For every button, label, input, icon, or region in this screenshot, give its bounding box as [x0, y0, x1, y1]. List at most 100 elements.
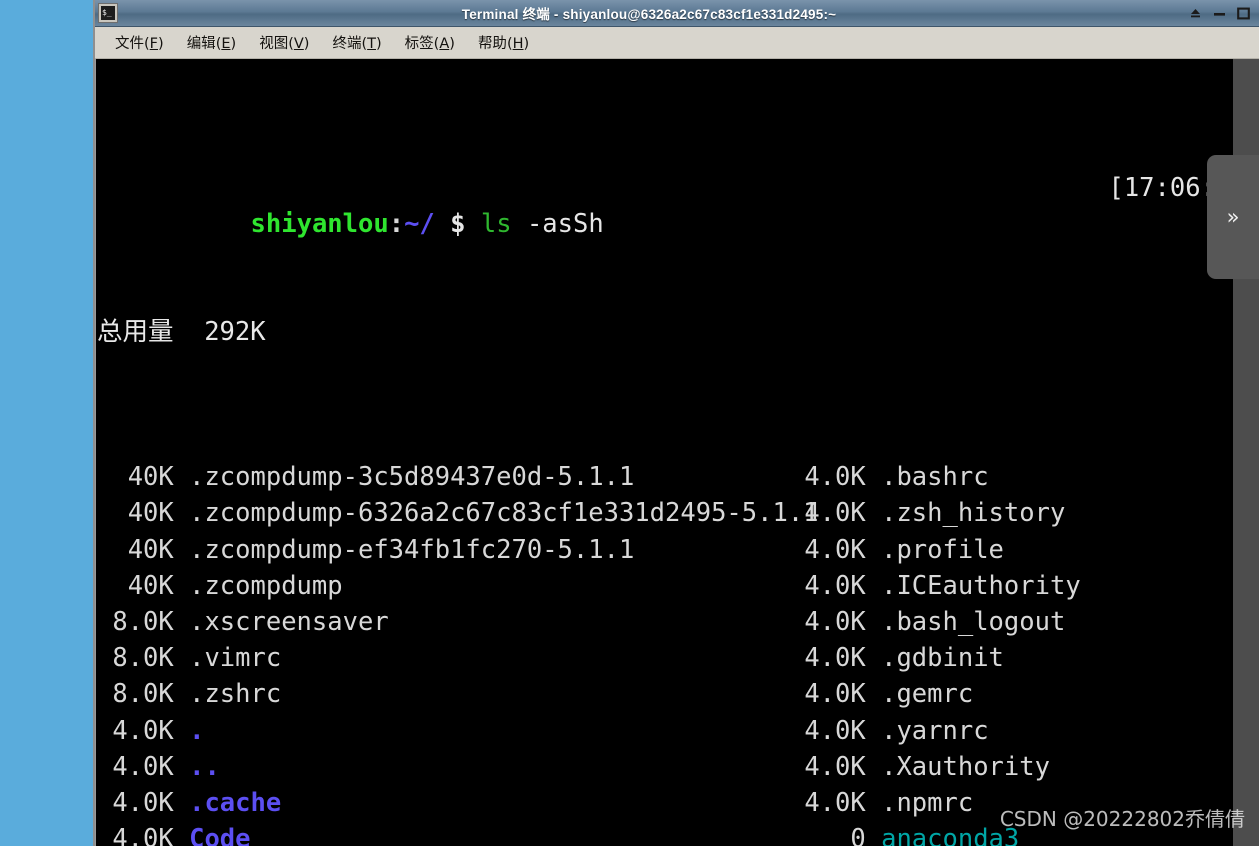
entry-name: .zsh_history — [881, 498, 1066, 529]
chevron-double-right-icon: » — [1226, 205, 1240, 229]
entry-size: 4.0K — [804, 570, 866, 601]
listing-row: 4.0K.. 4.0K .Xauthority — [97, 749, 1259, 785]
terminal-app-icon: $_ — [98, 3, 118, 23]
listing-row: 40K .zcompdump 4.0K .ICEauthority — [97, 568, 1259, 604]
entry-name: .vimrc — [189, 643, 282, 674]
entry-name: .zcompdump-6326a2c67c83cf1e331d2495-5.1.… — [189, 498, 819, 529]
minimize-button[interactable] — [1212, 6, 1227, 21]
entry-size: 4.0K — [804, 787, 866, 818]
command-name: ls — [480, 208, 512, 239]
entry-size: 40K — [127, 570, 174, 601]
entry-size: 8.0K — [112, 643, 174, 674]
listing-entry: 40K .zcompdump-ef34fb1fc270-5.1.1 — [97, 532, 787, 568]
listing-row: 40K .zcompdump-6326a2c67c83cf1e331d2495-5… — [97, 495, 1259, 531]
entry-name: .zcompdump — [189, 570, 343, 601]
listing-entry: 40K .zcompdump-6326a2c67c83cf1e331d2495-5… — [97, 495, 819, 531]
entry-size: 4.0K — [804, 498, 866, 529]
entry-name: .gdbinit — [881, 643, 1004, 674]
desktop-background: $_ Terminal 终端 - shiyanlou@6326a2c67c83c… — [0, 0, 1259, 846]
menu-edit[interactable]: 编辑(E) — [177, 29, 247, 57]
entry-name: .zshrc — [189, 679, 282, 710]
entry-size: 4.0K — [804, 679, 866, 710]
prompt-path: ~/ — [404, 208, 435, 239]
terminal-window: $_ Terminal 终端 - shiyanlou@6326a2c67c83c… — [93, 0, 1259, 846]
terminal-output: shiyanlou:~/ $ ls -asSh [17:06:49] 总用量 2… — [96, 59, 1259, 846]
entry-name: .gemrc — [881, 679, 974, 710]
entry-name: .Xauthority — [881, 751, 1050, 782]
entry-name: .zcompdump-ef34fb1fc270-5.1.1 — [189, 534, 635, 565]
entry-name: anaconda3 — [881, 824, 1020, 846]
listing-entry: 4.0K.. — [97, 749, 787, 785]
prompt-line: shiyanlou:~/ $ ls -asSh [17:06:49] — [97, 170, 1259, 239]
expand-panel-handle[interactable]: » — [1207, 155, 1259, 279]
listing-entry: 4.0K .zsh_history — [789, 495, 1259, 531]
listing-entry: 40K .zcompdump — [97, 568, 787, 604]
window-titlebar[interactable]: $_ Terminal 终端 - shiyanlou@6326a2c67c83c… — [95, 0, 1259, 27]
entry-name: .bashrc — [881, 462, 989, 493]
entry-size: 40K — [127, 498, 174, 529]
listing-entry: 4.0K .gdbinit — [789, 640, 1259, 676]
listing-entry: 4.0K .cache — [97, 785, 787, 821]
listing-entry: 4.0K .profile — [789, 532, 1259, 568]
entry-size: 4.0K — [804, 643, 866, 674]
terminal-app-icon-glyph: $_ — [101, 6, 115, 20]
window-controls — [1186, 6, 1259, 21]
menu-view[interactable]: 视图(V) — [249, 29, 319, 57]
prompt-hostname: shiyanlou — [250, 208, 389, 239]
listing-entry: 8.0K .zshrc — [97, 676, 787, 712]
entry-name: .profile — [881, 534, 1004, 565]
menu-tabs[interactable]: 标签(A) — [395, 29, 465, 57]
listing-entry: 4.0K .gemrc — [789, 676, 1259, 712]
entry-name: .. — [189, 751, 220, 782]
listing-entry: 4.0K .ICEauthority — [789, 568, 1259, 604]
total-size-line: 总用量 292K — [97, 317, 266, 348]
listing-entry: 4.0K .yarnrc — [789, 713, 1259, 749]
window-title: Terminal 终端 - shiyanlou@6326a2c67c83cf1e… — [461, 7, 837, 22]
listing-entry: 4.0K .npmrc — [789, 785, 1259, 821]
entry-name: .xscreensaver — [189, 606, 389, 637]
listing-entry: 4.0K. — [97, 713, 787, 749]
entry-name: . — [189, 715, 205, 746]
entry-name: Code — [189, 824, 251, 846]
unmaximize-button[interactable] — [1188, 6, 1203, 21]
entry-size: 4.0K — [112, 787, 174, 818]
entry-size: 4.0K — [804, 751, 866, 782]
listing-row: 4.0K .cache 4.0K .npmrc — [97, 785, 1259, 821]
entry-name: .bash_logout — [881, 606, 1066, 637]
entry-name: .ICEauthority — [881, 570, 1081, 601]
entry-name: .npmrc — [881, 787, 974, 818]
listing-entry: 0 anaconda3 — [789, 821, 1259, 846]
listing-entry: 8.0K .vimrc — [97, 640, 787, 676]
entry-size: 8.0K — [112, 606, 174, 637]
listing-entry: 4.0K .bash_logout — [789, 604, 1259, 640]
entry-size: 4.0K — [804, 534, 866, 565]
menu-file[interactable]: 文件(F) — [105, 29, 174, 57]
menubar: 文件(F) 编辑(E) 视图(V) 终端(T) 标签(A) 帮助(H) — [95, 27, 1259, 59]
menu-terminal[interactable]: 终端(T) — [322, 29, 391, 57]
entry-size: 40K — [127, 534, 174, 565]
listing-row: 4.0K. 4.0K .yarnrc — [97, 713, 1259, 749]
listing-row: 40K .zcompdump-3c5d89437e0d-5.1.1 4.0K .bas… — [97, 459, 1259, 495]
entry-name: .yarnrc — [881, 715, 989, 746]
entry-size: 0 — [850, 824, 866, 846]
entry-size: 4.0K — [804, 715, 866, 746]
listing-row: 8.0K .zshrc 4.0K .gemrc — [97, 676, 1259, 712]
entry-name: .cache — [189, 787, 282, 818]
entry-size: 4.0K — [112, 824, 174, 846]
menu-help[interactable]: 帮助(H) — [468, 29, 539, 57]
listing-row: 4.0K Code 0 anaconda3 — [97, 821, 1259, 846]
command-args: -asSh — [526, 208, 604, 239]
entry-size: 4.0K — [112, 751, 174, 782]
listing-entry: 4.0K .Xauthority — [789, 749, 1259, 785]
entry-size: 4.0K — [112, 715, 174, 746]
listing-entry: 4.0K .bashrc — [789, 459, 1259, 495]
prompt-dollar: $ — [450, 208, 466, 239]
file-listing: 40K .zcompdump-3c5d89437e0d-5.1.1 4.0K .bas… — [97, 459, 1259, 846]
terminal-screen[interactable]: shiyanlou:~/ $ ls -asSh [17:06:49] 总用量 2… — [95, 59, 1259, 846]
listing-entry: 40K .zcompdump-3c5d89437e0d-5.1.1 — [97, 459, 787, 495]
prompt-colon: : — [388, 208, 405, 239]
entry-size: 40K — [127, 462, 174, 493]
listing-entry: 4.0K Code — [97, 821, 787, 846]
maximize-button[interactable] — [1236, 6, 1251, 21]
listing-row: 8.0K .xscreensaver 4.0K .bash_logout — [97, 604, 1259, 640]
